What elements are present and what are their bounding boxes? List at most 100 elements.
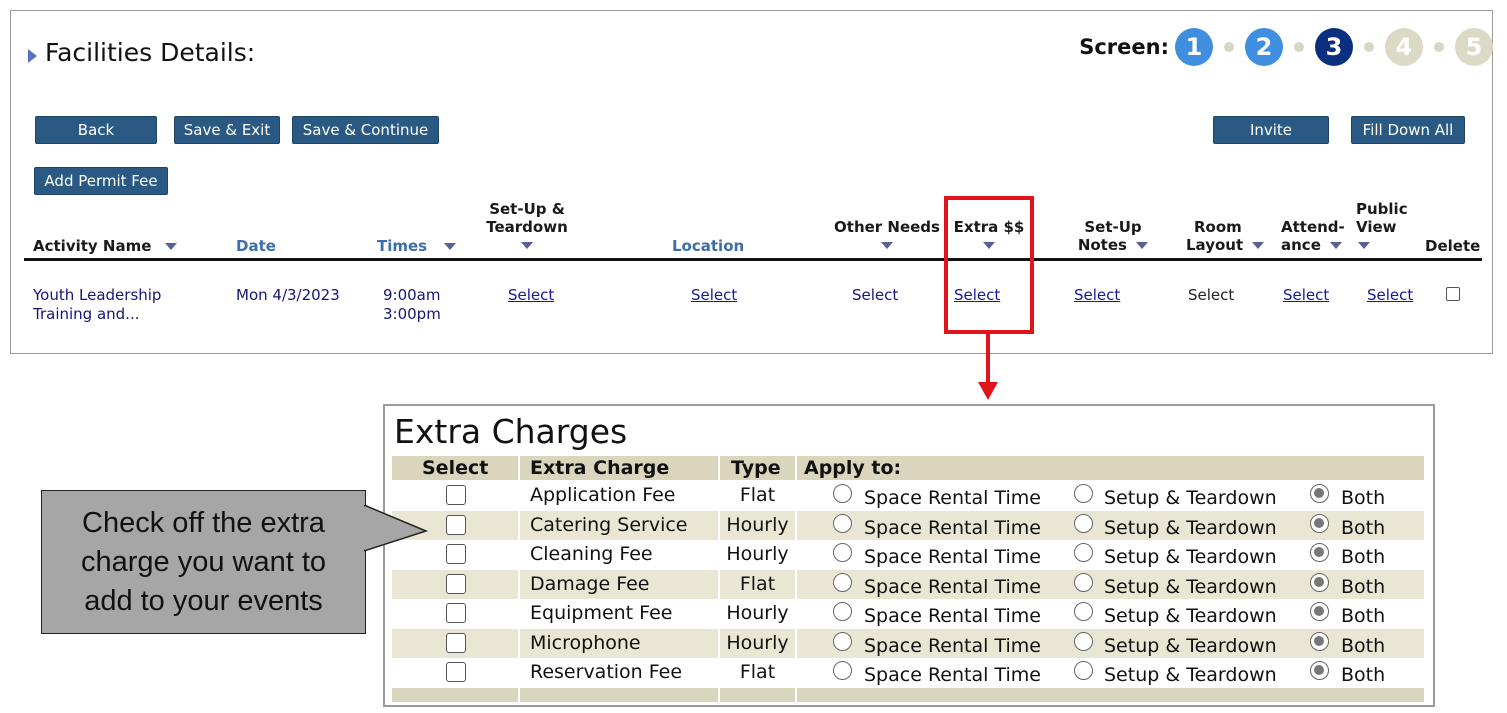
column-divider bbox=[518, 456, 520, 702]
invite-button[interactable]: Invite bbox=[1213, 116, 1329, 144]
apply-to-radio[interactable] bbox=[1310, 602, 1329, 621]
apply-to-label: Setup & Teardown bbox=[1104, 516, 1277, 539]
apply-to-label: Both bbox=[1341, 605, 1386, 627]
apply-to-radio[interactable] bbox=[1310, 631, 1329, 651]
header-date[interactable]: Date bbox=[236, 237, 276, 255]
extra-charge-type: Flat bbox=[739, 484, 776, 506]
extra-charge-checkbox[interactable] bbox=[446, 573, 466, 594]
apply-to-radio[interactable] bbox=[1310, 661, 1329, 680]
screen-label: Screen: bbox=[1079, 35, 1169, 59]
location-select-link[interactable]: Select bbox=[691, 286, 737, 305]
apply-to-label: Setup & Teardown bbox=[1104, 575, 1277, 598]
sort-down-icon[interactable] bbox=[1330, 242, 1343, 249]
extra-charge-checkbox[interactable] bbox=[446, 485, 466, 505]
header-times[interactable]: Times bbox=[377, 237, 457, 255]
apply-to-radio[interactable] bbox=[1310, 484, 1329, 503]
apply-to-radio[interactable] bbox=[1310, 513, 1329, 533]
apply-to-label: Space Rental Time bbox=[864, 664, 1041, 686]
apply-to-label: Space Rental Time bbox=[864, 575, 1041, 598]
apply-to-label: Both bbox=[1341, 516, 1386, 539]
apply-to-label: Space Rental Time bbox=[864, 634, 1041, 657]
extra-charges-title: Extra Charges bbox=[394, 412, 628, 451]
extra-charge-name: Application Fee bbox=[530, 484, 676, 506]
extra-charges-footer bbox=[392, 688, 1424, 702]
pointer-arrow-line bbox=[986, 334, 990, 384]
apply-to-radio[interactable] bbox=[833, 484, 852, 503]
sort-down-icon[interactable] bbox=[164, 243, 177, 250]
sort-down-icon[interactable] bbox=[1358, 242, 1370, 249]
header-room-layout: Room Layout bbox=[1186, 218, 1278, 254]
other-needs-select[interactable]: Select bbox=[852, 286, 898, 305]
apply-to-radio[interactable] bbox=[1074, 602, 1093, 621]
step-separator bbox=[1434, 42, 1444, 52]
header-other-needs: Other Needs bbox=[832, 218, 942, 254]
step-4: 4 bbox=[1385, 28, 1423, 66]
room-layout-select[interactable]: Select bbox=[1188, 286, 1234, 305]
apply-to-radio[interactable] bbox=[1310, 572, 1329, 592]
save-exit-button[interactable]: Save & Exit bbox=[174, 116, 280, 144]
extra-charge-checkbox[interactable] bbox=[446, 662, 466, 682]
apply-to-radio[interactable] bbox=[1074, 513, 1093, 533]
apply-to-radio[interactable] bbox=[833, 513, 852, 533]
apply-to-radio[interactable] bbox=[833, 631, 852, 651]
add-permit-fee-button[interactable]: Add Permit Fee bbox=[34, 167, 168, 195]
apply-to-radio[interactable] bbox=[833, 602, 852, 621]
header-activity-name[interactable]: Activity Name bbox=[33, 237, 177, 255]
save-continue-button[interactable]: Save & Continue bbox=[292, 116, 439, 144]
pointer-arrow-head-icon bbox=[978, 382, 998, 400]
extra-charge-name: Microphone bbox=[530, 631, 641, 654]
apply-to-label: Setup & Teardown bbox=[1104, 634, 1277, 657]
public-view-select-link[interactable]: Select bbox=[1367, 286, 1413, 305]
sort-down-icon[interactable] bbox=[1136, 242, 1149, 249]
apply-to-radio[interactable] bbox=[1074, 631, 1093, 651]
extra-charge-checkbox[interactable] bbox=[446, 544, 466, 564]
date-cell: Mon 4/3/2023 bbox=[236, 286, 340, 304]
apply-to-radio[interactable] bbox=[833, 572, 852, 592]
extra-charge-checkbox[interactable] bbox=[446, 632, 466, 653]
sort-down-icon[interactable] bbox=[881, 242, 893, 249]
header-delete: Delete bbox=[1425, 237, 1481, 255]
step-2[interactable]: 2 bbox=[1245, 28, 1283, 66]
instruction-callout: Check off the extra charge you want to a… bbox=[41, 490, 366, 634]
apply-to-label: Setup & Teardown bbox=[1104, 546, 1277, 568]
extra-charge-name: Equipment Fee bbox=[530, 602, 673, 624]
fill-down-all-button[interactable]: Fill Down All bbox=[1351, 116, 1465, 144]
expand-arrow-icon bbox=[28, 48, 37, 63]
apply-to-label: Both bbox=[1341, 664, 1386, 686]
step-1[interactable]: 1 bbox=[1175, 28, 1213, 66]
apply-to-radio[interactable] bbox=[1074, 572, 1093, 592]
attendance-select-link[interactable]: Select bbox=[1283, 286, 1329, 305]
sort-down-icon[interactable] bbox=[444, 243, 457, 250]
delete-checkbox[interactable] bbox=[1446, 287, 1460, 301]
header-location[interactable]: Location bbox=[672, 237, 744, 255]
sort-down-icon[interactable] bbox=[1252, 242, 1265, 249]
setup-notes-select-link[interactable]: Select bbox=[1074, 286, 1120, 305]
setup-teardown-select-link[interactable]: Select bbox=[508, 286, 554, 305]
ec-header-extra-charge: Extra Charge bbox=[530, 457, 670, 479]
apply-to-radio[interactable] bbox=[1074, 484, 1093, 503]
extra-charge-checkbox[interactable] bbox=[446, 514, 466, 535]
apply-to-label: Setup & Teardown bbox=[1104, 664, 1277, 686]
header-divider bbox=[24, 258, 1482, 261]
sort-down-icon[interactable] bbox=[521, 242, 533, 249]
apply-to-radio[interactable] bbox=[1074, 661, 1093, 680]
extra-charge-type: Hourly bbox=[726, 543, 789, 565]
back-button[interactable]: Back bbox=[35, 116, 157, 144]
callout-pointer-icon bbox=[364, 505, 428, 552]
step-3[interactable]: 3 bbox=[1315, 28, 1353, 66]
screen-stepper: Screen: 1 2 3 4 5 bbox=[1079, 28, 1493, 66]
apply-to-label: Both bbox=[1341, 575, 1386, 598]
extra-charge-type: Flat bbox=[739, 661, 776, 683]
header-public-view: Public View bbox=[1352, 200, 1416, 254]
times-cell: 9:00am 3:00pm bbox=[383, 286, 441, 323]
apply-to-radio[interactable] bbox=[833, 661, 852, 680]
extra-charge-checkbox[interactable] bbox=[446, 603, 466, 623]
apply-to-radio[interactable] bbox=[833, 543, 852, 562]
apply-to-radio[interactable] bbox=[1074, 543, 1093, 562]
ec-header-select: Select bbox=[422, 457, 489, 479]
apply-to-label: Space Rental Time bbox=[864, 546, 1041, 568]
apply-to-radio[interactable] bbox=[1310, 543, 1329, 562]
column-divider bbox=[718, 456, 720, 702]
extra-charge-type: Hourly bbox=[726, 602, 789, 624]
activity-name-cell[interactable]: Youth Leadership Training and... bbox=[33, 286, 161, 324]
